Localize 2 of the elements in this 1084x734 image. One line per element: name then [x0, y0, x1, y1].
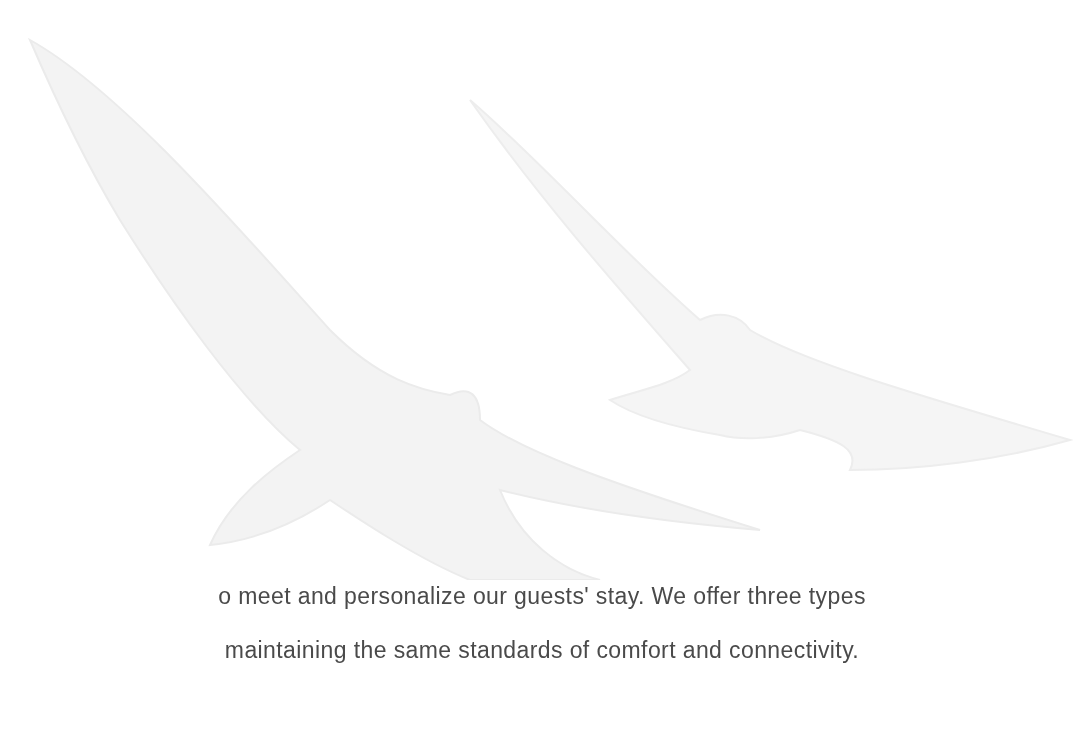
text-line: o meet and personalize our guests' stay. We offer three types — [218, 582, 866, 611]
text-line: maintaining the same standards of comfort and connectivity. — [224, 636, 860, 665]
